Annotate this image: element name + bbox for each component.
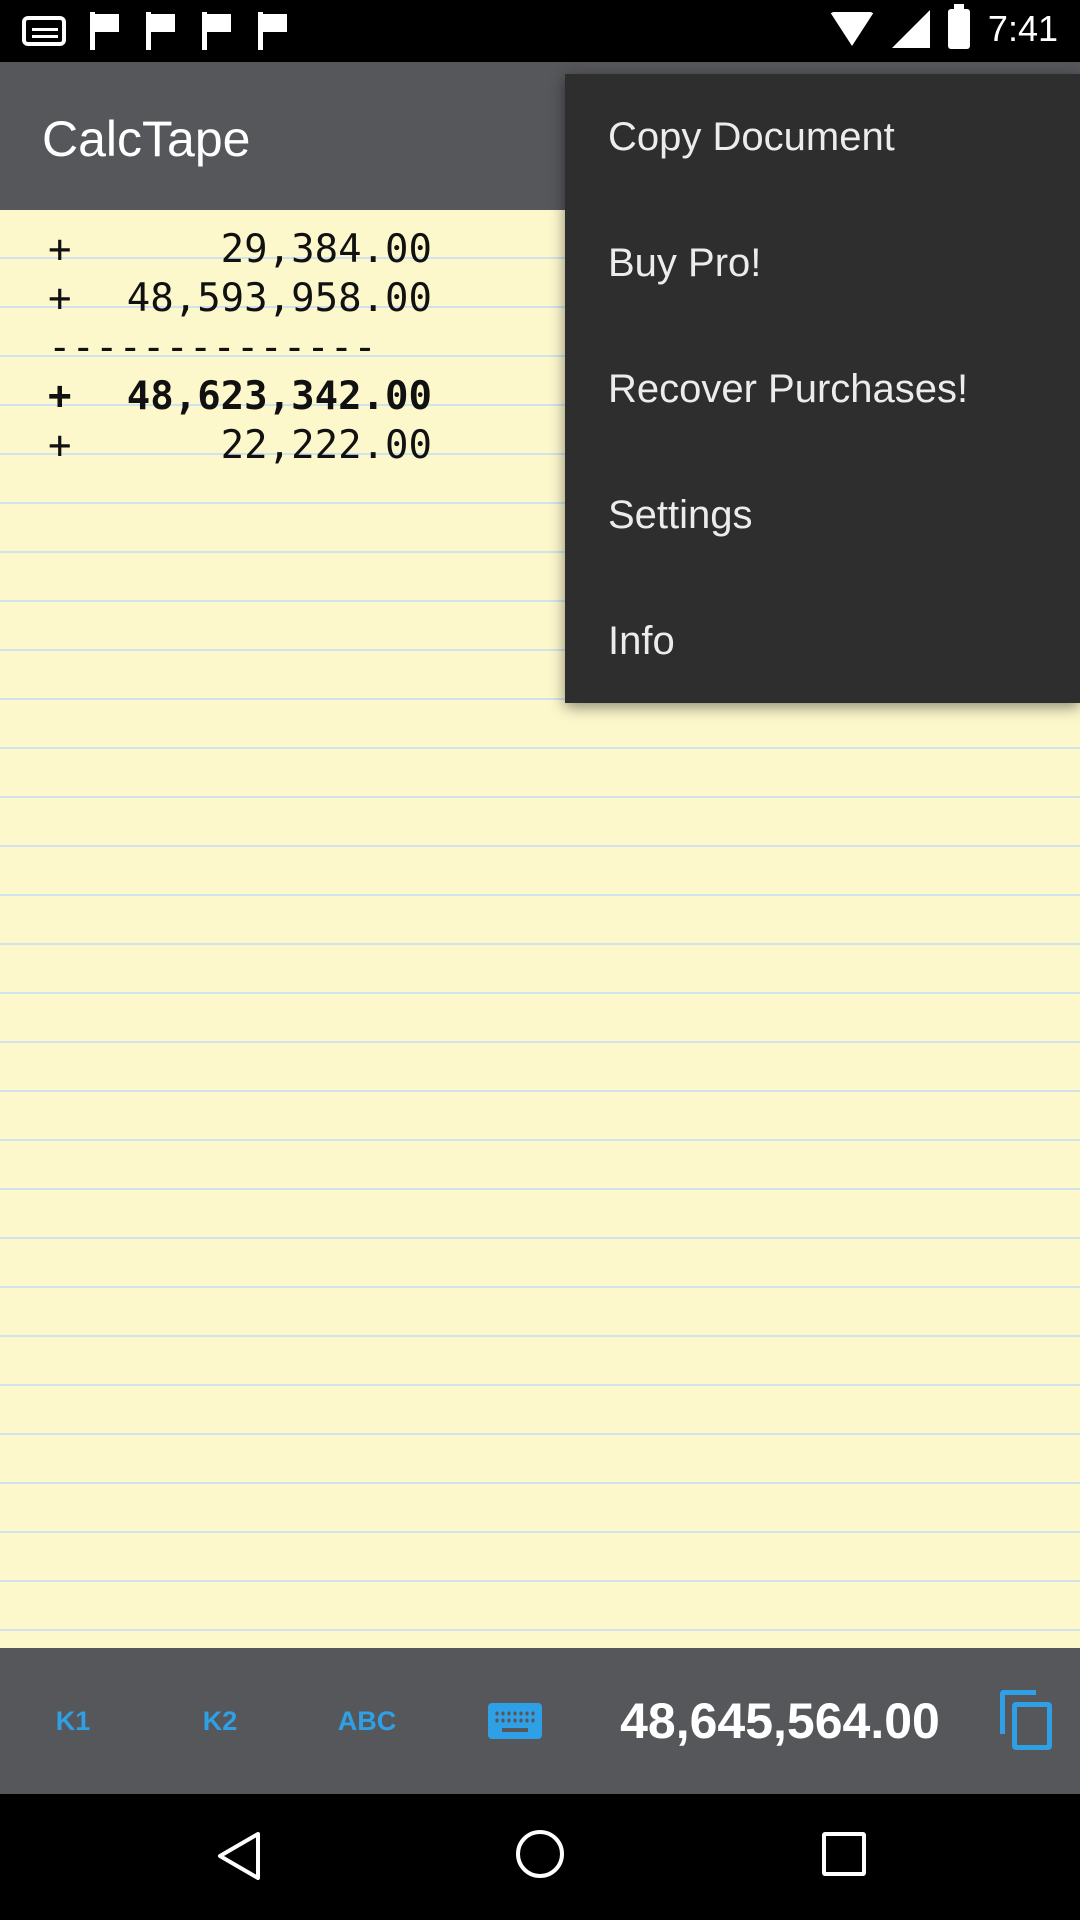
recents-icon[interactable] [822,1832,866,1876]
tape-operator: + [48,374,72,419]
message-icon [22,16,66,46]
flag-icon [200,12,234,50]
system-icons: 7:41 [829,4,1058,50]
tape-operator: + [48,276,72,321]
k2-button[interactable]: K2 [177,1694,263,1748]
tape-separator-line: -------------- [48,323,448,372]
overflow-menu: Copy Document Buy Pro! Recover Purchases… [565,74,1080,703]
app-title: CalcTape [42,111,251,167]
tape-value: 22,222.00 [220,423,432,468]
total-display: 48,645,564.00 [620,1693,940,1749]
status-bar: 7:41 [0,0,1080,62]
menu-item-buy-pro[interactable]: Buy Pro! [565,200,1080,326]
copy-icon[interactable] [1000,1690,1056,1752]
flag-icon [256,12,290,50]
wifi-icon [829,12,874,46]
tape-operator: + [48,227,72,272]
menu-item-settings[interactable]: Settings [565,452,1080,578]
tape-operator: + [48,423,72,468]
tape-value: 29,384.00 [220,227,432,272]
menu-item-copy-document[interactable]: Copy Document [565,74,1080,200]
tape-separator: -------------- [48,325,377,370]
tape-line[interactable]: + 29,384.00 [48,225,448,274]
home-icon[interactable] [516,1830,564,1878]
keyboard-icon [488,1703,542,1739]
tape-value: 48,593,958.00 [126,276,432,321]
flag-icon [88,12,122,50]
menu-item-recover-purchases[interactable]: Recover Purchases! [565,326,1080,452]
k1-button[interactable]: K1 [30,1694,116,1748]
tape-line[interactable]: + 48,623,342.00 [48,372,448,421]
back-icon[interactable] [214,1830,262,1882]
signal-icon [891,10,930,48]
tape-line[interactable]: + 22,222.00 [48,421,448,470]
menu-item-info[interactable]: Info [565,578,1080,704]
keyboard-button[interactable] [480,1694,550,1748]
flag-icon [144,12,178,50]
tape-line[interactable]: + 48,593,958.00 [48,274,448,323]
battery-icon [947,4,970,49]
abc-button[interactable]: ABC [322,1694,412,1748]
navigation-bar [0,1794,1080,1920]
clock: 7:41 [987,8,1058,49]
tape-subtotal: 48,623,342.00 [126,374,432,419]
notification-icons [22,12,290,50]
